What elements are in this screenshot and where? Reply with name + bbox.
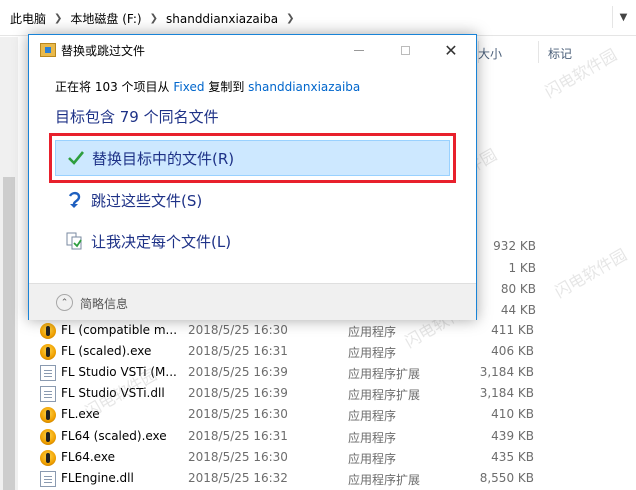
file-name: FL (scaled).exe xyxy=(61,344,152,359)
exe-icon xyxy=(40,323,56,339)
exe-icon xyxy=(40,407,56,424)
file-date: 2018/5/25 16:31 xyxy=(188,344,288,359)
close-icon: ✕ xyxy=(444,40,458,60)
dialog-title-bar[interactable]: 替换或跳过文件 ✕ xyxy=(29,35,476,65)
exe-icon xyxy=(40,344,56,361)
decide-each-file-label: 让我决定每个文件(L) xyxy=(91,232,232,251)
file-name: FL (compatible m... xyxy=(61,323,178,337)
file-size: 3,184 KB xyxy=(479,386,534,401)
file-size: 932 KB xyxy=(493,239,536,253)
close-button[interactable]: ✕ xyxy=(428,35,474,65)
skip-files-label: 跳过这些文件(S) xyxy=(91,191,203,210)
chevron-right-icon[interactable]: ❯ xyxy=(286,13,294,24)
file-type: 应用程序扩展 xyxy=(348,388,421,403)
file-date: 2018/5/25 16:30 xyxy=(188,323,288,337)
destination-folder-link[interactable]: shanddianxiazaiba xyxy=(248,80,360,94)
maximize-icon xyxy=(400,45,410,55)
file-size: 1 KB xyxy=(508,261,536,275)
breadcrumb-local-disk[interactable]: 本地磁盘 (F:) xyxy=(70,10,141,27)
conflict-count-text: 目标包含 79 个同名文件 xyxy=(55,108,219,126)
file-size: 439 KB xyxy=(491,428,534,443)
file-type: 应用程序 xyxy=(348,451,397,466)
file-date: 2018/5/25 16:30 xyxy=(188,449,288,464)
skip-arrow-icon xyxy=(65,190,85,210)
file-type: 应用程序 xyxy=(348,430,397,445)
file-size: 8,550 KB xyxy=(479,470,534,485)
file-type: 应用程序扩展 xyxy=(348,472,421,487)
source-folder-link[interactable]: Fixed xyxy=(173,80,204,94)
column-header-tags[interactable]: 标记 xyxy=(548,45,572,62)
file-size: 44 KB xyxy=(500,303,536,317)
dll-icon xyxy=(40,386,56,403)
navigation-pane[interactable] xyxy=(0,37,18,490)
column-header-size[interactable]: 大小 xyxy=(478,45,502,62)
file-type: 应用程序 xyxy=(348,409,397,424)
watermark: 闪电软件园 xyxy=(551,245,631,302)
replace-or-skip-dialog: 替换或跳过文件 ✕ 正在将 103 个项目从 Fixed 复制到 shanddi… xyxy=(28,34,477,320)
navigation-scrollbar-thumb[interactable] xyxy=(3,177,15,490)
replace-files-label: 替换目标中的文件(R) xyxy=(92,149,235,168)
file-name: FL64 (scaled).exe xyxy=(61,428,167,443)
file-row[interactable]: FL64.exe 2018/5/25 16:30 应用程序 435 KB xyxy=(30,447,636,468)
dll-icon xyxy=(40,365,56,382)
compare-files-icon xyxy=(65,231,85,251)
checkmark-icon xyxy=(66,148,86,168)
file-name: FL64.exe xyxy=(61,449,115,464)
dialog-title: 替换或跳过文件 xyxy=(61,44,146,58)
breadcrumb: 此电脑 ❯ 本地磁盘 (F:) ❯ shanddianxiazaiba ❯ xyxy=(10,10,294,27)
replace-files-option[interactable]: 替换目标中的文件(R) xyxy=(55,140,450,176)
decide-each-file-option[interactable]: 让我决定每个文件(L) xyxy=(55,223,450,259)
file-row[interactable]: FL (scaled).exe 2018/5/25 16:31 应用程序 406 KB xyxy=(30,341,636,362)
file-date: 2018/5/25 16:39 xyxy=(188,386,288,401)
less-details-toggle[interactable]: 简略信息 xyxy=(80,295,128,312)
file-size: 80 KB xyxy=(500,282,536,296)
skip-files-option[interactable]: 跳过这些文件(S) xyxy=(55,182,450,218)
file-size: 411 KB xyxy=(491,323,534,337)
address-dropdown-button[interactable]: ▼ xyxy=(612,6,634,28)
file-name: FLEngine.dll xyxy=(61,470,134,485)
chevron-up-icon[interactable]: ⌃ xyxy=(56,294,73,311)
file-date: 2018/5/25 16:30 xyxy=(188,407,288,422)
chevron-right-icon[interactable]: ❯ xyxy=(54,13,62,24)
dialog-footer: ⌃ 简略信息 xyxy=(29,283,476,320)
file-copy-icon xyxy=(40,43,56,57)
copy-mid: 复制到 xyxy=(208,80,245,94)
file-row[interactable]: FL64 (scaled).exe 2018/5/25 16:31 应用程序 439 … xyxy=(30,426,636,447)
minimize-icon xyxy=(354,49,364,51)
breadcrumb-this-pc[interactable]: 此电脑 xyxy=(10,10,46,27)
exe-icon xyxy=(40,449,56,466)
file-date: 2018/5/25 16:32 xyxy=(188,470,288,485)
file-type: 应用程序扩展 xyxy=(348,367,421,382)
copy-prefix: 正在将 103 个项目从 xyxy=(55,80,170,94)
file-row[interactable]: FL.exe 2018/5/25 16:30 应用程序 410 KB xyxy=(30,404,636,425)
chevron-right-icon[interactable]: ❯ xyxy=(150,13,158,24)
column-divider[interactable] xyxy=(538,41,539,63)
chevron-down-icon: ▼ xyxy=(619,11,628,23)
file-size: 410 KB xyxy=(491,407,534,422)
file-size: 3,184 KB xyxy=(479,365,534,380)
exe-icon xyxy=(40,428,56,445)
file-size: 435 KB xyxy=(491,449,534,464)
minimize-button[interactable] xyxy=(336,35,382,65)
file-row[interactable]: FL (compatible m... 2018/5/25 16:30 应用程序 41… xyxy=(30,320,636,341)
address-bar[interactable]: 此电脑 ❯ 本地磁盘 (F:) ❯ shanddianxiazaiba ❯ ▼ xyxy=(0,0,636,36)
file-type: 应用程序 xyxy=(348,325,397,339)
file-date: 2018/5/25 16:31 xyxy=(188,428,288,443)
file-row[interactable]: FLEngine.dll 2018/5/25 16:32 应用程序扩展 8,550 K… xyxy=(30,468,636,489)
file-type: 应用程序 xyxy=(348,346,397,361)
maximize-button[interactable] xyxy=(382,35,428,65)
file-size: 406 KB xyxy=(491,344,534,359)
file-date: 2018/5/25 16:39 xyxy=(188,365,288,380)
dll-icon xyxy=(40,470,56,487)
breadcrumb-folder[interactable]: shanddianxiazaiba xyxy=(166,12,278,26)
file-name: FL.exe xyxy=(61,407,100,422)
copy-status-text: 正在将 103 个项目从 Fixed 复制到 shanddianxiazaiba xyxy=(55,78,360,95)
